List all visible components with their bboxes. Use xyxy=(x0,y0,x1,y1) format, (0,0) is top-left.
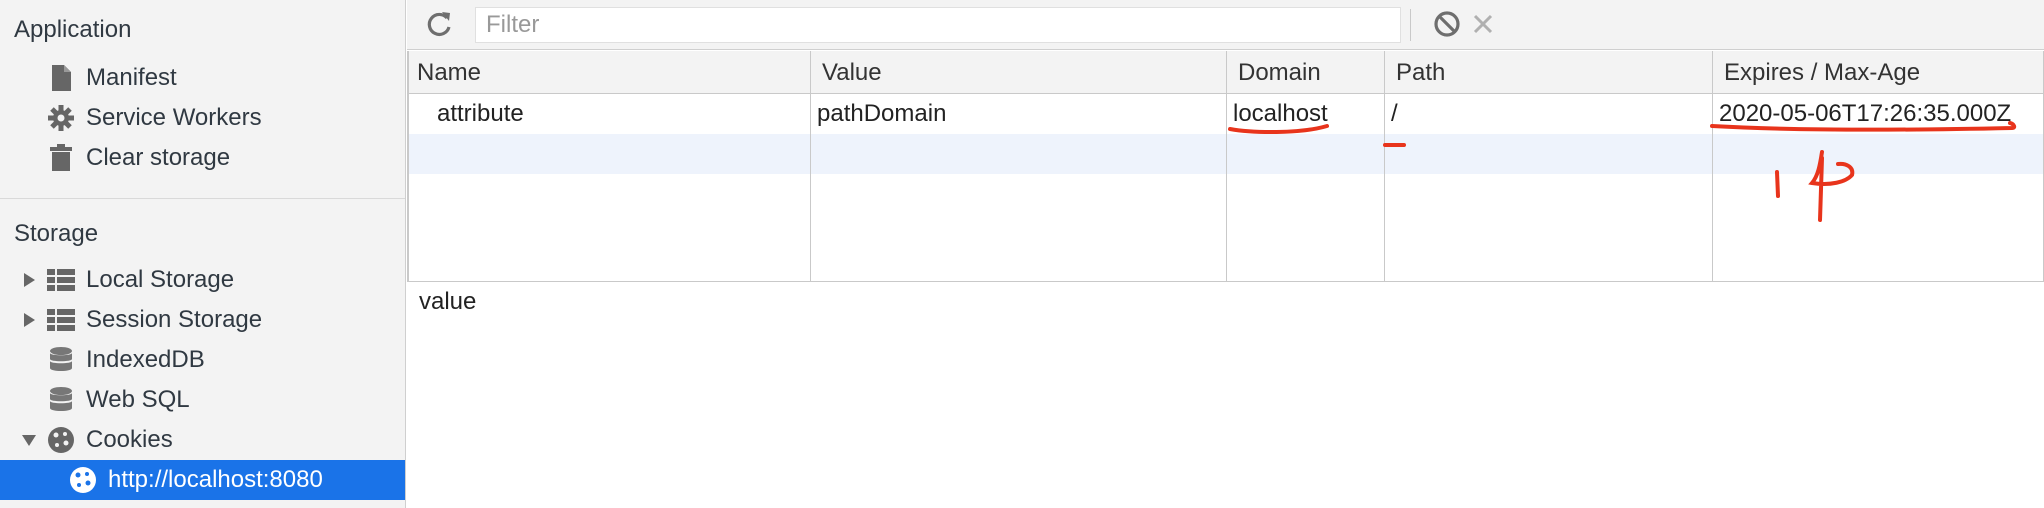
sidebar-item-manifest[interactable]: Manifest xyxy=(0,58,405,98)
gear-icon xyxy=(46,103,76,133)
application-section-title: Application xyxy=(14,16,132,43)
sidebar: Application Manifest Service Workers Cle… xyxy=(0,0,406,508)
delete-selected-button[interactable] xyxy=(1465,8,1501,44)
sidebar-item-indexeddb[interactable]: IndexedDB xyxy=(0,340,405,380)
toolbar xyxy=(407,0,2044,50)
cookies-table: Name Value Domain Path Expires / Max-Age… xyxy=(407,51,2044,282)
column-header-value[interactable]: Value xyxy=(814,51,1224,94)
file-icon xyxy=(46,63,76,93)
cookie-icon xyxy=(46,425,76,455)
filter-input[interactable] xyxy=(475,7,1401,43)
column-header-expires[interactable]: Expires / Max-Age xyxy=(1716,51,2036,94)
expand-arrow-icon[interactable] xyxy=(24,273,35,287)
column-header-domain[interactable]: Domain xyxy=(1230,51,1385,94)
column-divider[interactable] xyxy=(1226,51,1227,281)
grid-table-icon xyxy=(46,305,76,335)
column-divider[interactable] xyxy=(810,51,811,281)
grid-table-icon xyxy=(46,265,76,295)
column-divider[interactable] xyxy=(1712,51,1713,281)
database-icon xyxy=(46,385,76,415)
storage-section-title: Storage xyxy=(14,220,99,247)
sidebar-item-service-workers[interactable]: Service Workers xyxy=(0,98,405,138)
cell-domain: localhost xyxy=(1233,100,1328,127)
cookie-value-preview: value xyxy=(419,288,477,315)
sidebar-item-localhost-cookies[interactable]: http://localhost:8080 xyxy=(0,460,405,500)
expand-arrow-icon[interactable] xyxy=(24,313,35,327)
block-icon xyxy=(1433,10,1461,43)
sidebar-item-session-storage[interactable]: Session Storage xyxy=(0,300,405,340)
close-icon xyxy=(1471,12,1495,41)
cell-expires: 2020-05-06T17:26:35.000Z xyxy=(1719,100,2012,127)
sidebar-divider xyxy=(0,198,405,199)
column-header-name[interactable]: Name xyxy=(409,51,809,94)
sidebar-item-clear-storage[interactable]: Clear storage xyxy=(0,138,405,178)
collapse-arrow-icon[interactable] xyxy=(22,435,36,446)
cookie-icon xyxy=(68,465,98,495)
trash-icon xyxy=(46,143,76,173)
sidebar-item-web-sql[interactable]: Web SQL xyxy=(0,380,405,420)
cell-value: pathDomain xyxy=(817,100,947,127)
column-divider[interactable] xyxy=(1384,51,1385,281)
sidebar-item-cookies[interactable]: Cookies xyxy=(0,420,405,460)
database-icon xyxy=(46,345,76,375)
toolbar-divider xyxy=(1410,9,1411,41)
column-header-path[interactable]: Path xyxy=(1388,51,1713,94)
refresh-button[interactable] xyxy=(421,8,457,44)
sidebar-item-local-storage[interactable]: Local Storage xyxy=(0,260,405,300)
cell-path: / xyxy=(1391,100,1398,127)
cookies-panel: Name Value Domain Path Expires / Max-Age… xyxy=(407,0,2044,508)
cell-name: attribute xyxy=(437,100,524,127)
refresh-icon xyxy=(425,10,453,43)
clear-all-button[interactable] xyxy=(1429,8,1465,44)
